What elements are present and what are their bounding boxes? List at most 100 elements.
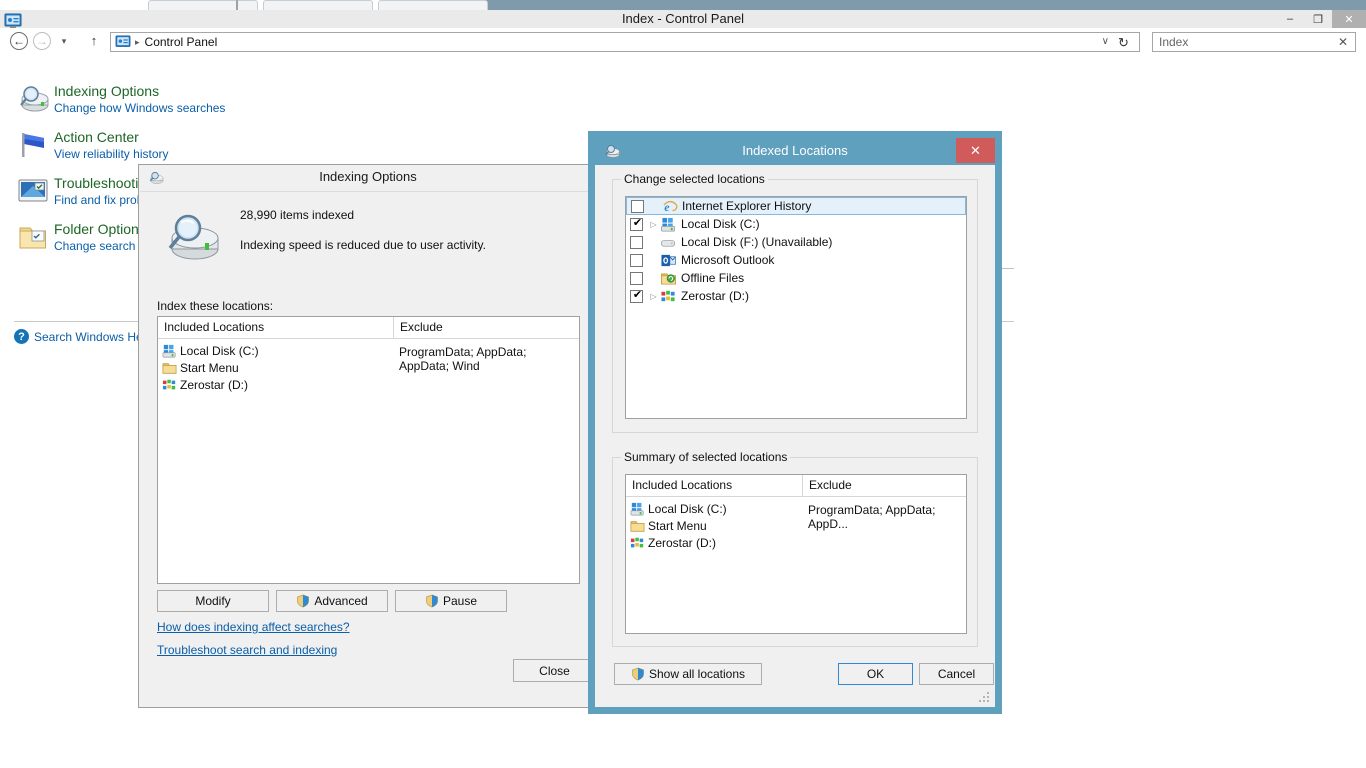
chevron-down-icon[interactable]: ∨ bbox=[1102, 36, 1109, 47]
column-included-locations[interactable]: Included Locations bbox=[626, 475, 802, 496]
modify-button[interactable]: Modify bbox=[157, 590, 269, 612]
tree-item-microsoft-outlook[interactable]: Microsoft Outlook bbox=[626, 251, 966, 269]
ghost-tab-1 bbox=[148, 0, 258, 10]
troubleshoot-search-link[interactable]: Troubleshoot search and indexing bbox=[157, 643, 337, 657]
row-exclude-value: ProgramData; AppData; AppData; Wind bbox=[399, 345, 527, 373]
window-controls: – ❐ ✕ bbox=[1276, 10, 1366, 28]
local-disk-icon bbox=[162, 344, 177, 358]
recent-locations-icon[interactable]: ▾ bbox=[58, 36, 70, 46]
action-center-flag-icon bbox=[16, 128, 50, 162]
advanced-button[interactable]: Advanced bbox=[276, 590, 388, 612]
search-windows-help-link[interactable]: ? Search Windows Help bbox=[14, 329, 152, 344]
task-action-center[interactable]: Action Center View reliability history bbox=[16, 128, 169, 162]
search-input[interactable]: Index ✕ bbox=[1152, 32, 1356, 52]
up-button[interactable]: ↑ bbox=[86, 32, 102, 50]
show-all-locations-button[interactable]: Show all locations bbox=[614, 663, 762, 685]
ok-button[interactable]: OK bbox=[838, 663, 913, 685]
address-path-icon bbox=[115, 35, 131, 49]
tree-item-label: Local Disk (C:) bbox=[681, 217, 760, 231]
summary-group-title: Summary of selected locations bbox=[621, 450, 791, 464]
resize-grip[interactable] bbox=[979, 692, 991, 704]
breadcrumb-control-panel[interactable]: Control Panel bbox=[145, 35, 218, 49]
ghost-tabstrip bbox=[0, 0, 1366, 10]
folder-options-icon bbox=[16, 220, 50, 254]
window-title: Index - Control Panel bbox=[621, 11, 745, 26]
table-row[interactable]: Zerostar (D:) bbox=[626, 534, 966, 551]
help-icon: ? bbox=[14, 329, 29, 344]
task-indexing-options[interactable]: Indexing Options Change how Windows sear… bbox=[16, 82, 225, 116]
summary-group: Summary of selected locations Included L… bbox=[612, 450, 978, 647]
indexed-locations-dialog: Indexed Locations ✕ Change selected loca… bbox=[588, 131, 1002, 714]
tree-item-local-disk-f[interactable]: Local Disk (F:) (Unavailable) bbox=[626, 233, 966, 251]
close-dialog-button[interactable]: Close bbox=[513, 659, 596, 682]
checkbox[interactable] bbox=[630, 235, 643, 249]
tree-item-internet-explorer-history[interactable]: e Internet Explorer History bbox=[626, 197, 966, 215]
outlook-icon bbox=[660, 253, 677, 268]
maximize-button[interactable]: ❐ bbox=[1304, 10, 1332, 28]
tree-item-label: Local Disk (F:) (Unavailable) bbox=[681, 235, 833, 249]
checkbox[interactable] bbox=[630, 271, 643, 285]
ghost-tab-3 bbox=[378, 0, 488, 10]
summary-list[interactable]: Included Locations Exclude Local Disk (C… bbox=[625, 474, 967, 634]
task-subtitle[interactable]: Change how Windows searches bbox=[54, 100, 225, 116]
column-included-locations[interactable]: Included Locations bbox=[158, 317, 393, 338]
checkbox[interactable] bbox=[631, 199, 644, 213]
clear-search-icon[interactable]: ✕ bbox=[1338, 35, 1348, 49]
tree-item-label: Microsoft Outlook bbox=[681, 253, 775, 267]
locations-treeview[interactable]: e Internet Explorer History ▷ bbox=[625, 196, 967, 419]
pause-button[interactable]: Pause bbox=[395, 590, 507, 612]
change-locations-group-title: Change selected locations bbox=[621, 172, 768, 186]
column-exclude[interactable]: Exclude bbox=[393, 317, 579, 338]
table-row[interactable]: Zerostar (D:) bbox=[158, 376, 579, 393]
tree-item-local-disk-c[interactable]: ▷ Local Disk (C:) bbox=[626, 215, 966, 233]
chevron-right-icon[interactable]: ▷ bbox=[647, 220, 660, 229]
indexing-speed-note: Indexing speed is reduced due to user ac… bbox=[240, 238, 486, 252]
row-name: Zerostar (D:) bbox=[180, 377, 249, 392]
row-name: Local Disk (C:) bbox=[180, 343, 259, 358]
shield-icon bbox=[425, 594, 439, 608]
row-name: Start Menu bbox=[648, 518, 707, 533]
task-title[interactable]: Action Center bbox=[54, 129, 169, 146]
chevron-right-icon[interactable]: ▷ bbox=[647, 292, 660, 301]
address-input[interactable]: ▸ Control Panel ∨ bbox=[110, 32, 1140, 52]
task-body: Action Center View reliability history bbox=[54, 128, 169, 162]
pause-label: Pause bbox=[442, 594, 478, 608]
task-title[interactable]: Indexing Options bbox=[54, 83, 225, 100]
indexed-locations-client: Change selected locations e Internet Exp… bbox=[595, 165, 995, 707]
indexing-options-titlebar: Indexing Options bbox=[139, 165, 597, 191]
zerostar-icon bbox=[660, 289, 677, 304]
minimize-button[interactable]: – bbox=[1276, 10, 1304, 28]
items-indexed-text: 28,990 items indexed bbox=[240, 208, 355, 222]
window-titlebar: Index - Control Panel – ❐ ✕ bbox=[0, 10, 1366, 28]
tree-item-offline-files[interactable]: Offline Files bbox=[626, 269, 966, 287]
included-locations-list[interactable]: Included Locations Exclude Local Disk (C… bbox=[157, 316, 580, 584]
row-exclude-value: ProgramData; AppData; AppD... bbox=[808, 503, 936, 531]
indexing-options-dialog: Indexing Options 28,990 items indexed In… bbox=[138, 164, 598, 708]
shield-icon bbox=[296, 594, 310, 608]
column-exclude[interactable]: Exclude bbox=[802, 475, 966, 496]
close-button[interactable]: ✕ bbox=[1332, 10, 1366, 28]
back-button[interactable]: ← bbox=[10, 32, 28, 50]
cancel-button[interactable]: Cancel bbox=[919, 663, 994, 685]
checkbox[interactable] bbox=[630, 253, 643, 267]
task-subtitle[interactable]: View reliability history bbox=[54, 146, 169, 162]
row-name: Start Menu bbox=[180, 360, 239, 375]
svg-text:e: e bbox=[664, 200, 670, 214]
troubleshooting-icon bbox=[16, 174, 50, 208]
zerostar-icon bbox=[162, 378, 177, 392]
local-disk-icon bbox=[660, 217, 677, 232]
tree-item-zerostar-d[interactable]: ▷ Zerost bbox=[626, 287, 966, 305]
address-bar-row: ← → ▾ ↑ ▸ Control Panel ∨ ↻ Index ✕ bbox=[0, 28, 1366, 54]
indexing-options-client: 28,990 items indexed Indexing speed is r… bbox=[140, 191, 596, 706]
indexing-affect-searches-link[interactable]: How does indexing affect searches? bbox=[157, 620, 350, 634]
tree-item-label: Offline Files bbox=[681, 271, 745, 285]
indexed-locations-titlebar: Indexed Locations ✕ bbox=[595, 138, 995, 165]
background-divider-line bbox=[1002, 268, 1014, 269]
folder-icon bbox=[630, 519, 645, 533]
checkbox[interactable] bbox=[630, 288, 644, 303]
forward-button[interactable]: → bbox=[33, 32, 51, 50]
close-icon[interactable]: ✕ bbox=[956, 138, 995, 163]
tree-item-label: Zerostar (D:) bbox=[681, 289, 750, 303]
checkbox[interactable] bbox=[630, 216, 644, 231]
shield-icon bbox=[631, 667, 645, 681]
